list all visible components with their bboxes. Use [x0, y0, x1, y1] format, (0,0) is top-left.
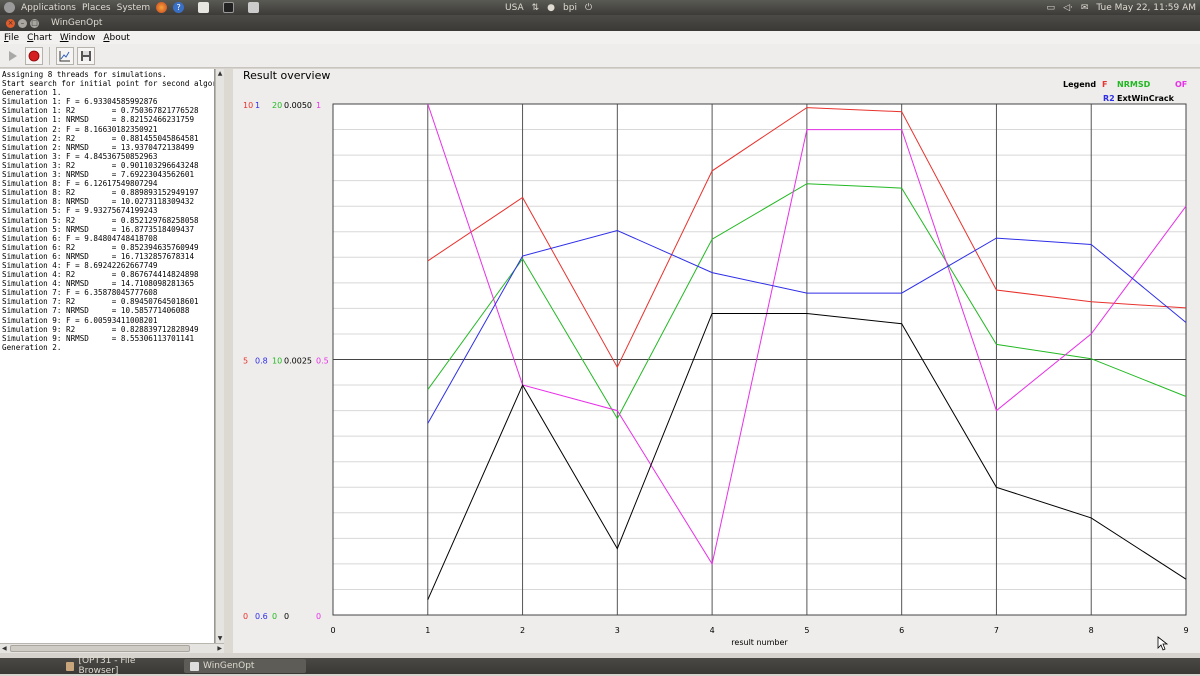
- mouse-cursor-icon: [1157, 636, 1169, 651]
- keyboard-layout[interactable]: USA: [505, 3, 524, 13]
- toolbar: [0, 44, 1200, 68]
- mail-icon[interactable]: ✉: [1081, 3, 1089, 13]
- scroll-down-icon[interactable]: ▼: [216, 634, 224, 643]
- menu-about-label: bout: [109, 32, 130, 43]
- clock[interactable]: Tue May 22, 11:59 AM: [1096, 3, 1196, 13]
- axis-tick-label: 0: [284, 612, 289, 621]
- menu-chart-label: hart: [33, 32, 52, 43]
- axis-tick-label: 0.8: [255, 357, 268, 366]
- axis-tick-label: 0.0025: [284, 357, 312, 366]
- chart-pane: Result overview 10 5 0 1 0.8 0.6 20 10 0 0.0050 0.0…: [233, 69, 1200, 653]
- screenshot-icon[interactable]: [248, 2, 260, 13]
- axis-tick-label: 0: [316, 612, 321, 621]
- menu-window[interactable]: Window: [56, 33, 100, 43]
- taskbar: [OPT31 - File Browser] WinGenOpt: [0, 656, 1200, 676]
- chart-title: Result overview: [243, 69, 330, 82]
- save-button[interactable]: [77, 46, 95, 65]
- legend-entry: ExtWinCrack: [1117, 94, 1175, 103]
- legend-entry: R2: [1103, 94, 1115, 103]
- toolbar-separator: [49, 46, 50, 65]
- axis-tick-label: 10: [272, 357, 282, 366]
- gnome-foot-icon[interactable]: [4, 2, 15, 13]
- places-menu[interactable]: Places: [82, 3, 111, 13]
- menu-file[interactable]: File: [0, 33, 23, 43]
- power-icon[interactable]: ⏻: [585, 3, 592, 13]
- legend-entry: F: [1102, 80, 1107, 89]
- axis-tick-label: 0: [243, 612, 248, 621]
- stop-button[interactable]: [25, 46, 43, 65]
- axis-tick-label: 0.6: [255, 612, 268, 621]
- x-tick-label: 0: [330, 626, 335, 635]
- applications-menu[interactable]: Applications: [21, 3, 76, 13]
- menu-file-label: ile: [8, 32, 20, 43]
- system-menu[interactable]: System: [117, 3, 151, 13]
- x-tick-label: 4: [710, 626, 715, 635]
- result-overview-chart: Result overview105010.80.6201000.00500.0…: [243, 69, 1189, 651]
- play-icon: [9, 50, 17, 61]
- notes-icon[interactable]: [198, 2, 210, 13]
- axis-tick-label: 20: [272, 101, 282, 110]
- pane-splitter[interactable]: [224, 69, 233, 653]
- x-tick-label: 6: [899, 626, 904, 635]
- task-wingenopt[interactable]: WinGenOpt: [184, 659, 306, 673]
- x-tick-label: 8: [1089, 626, 1094, 635]
- axis-tick-label: 0: [272, 612, 277, 621]
- save-icon: [81, 50, 91, 61]
- volume-icon[interactable]: ◁·: [1063, 3, 1073, 13]
- display-icon[interactable]: ▭: [1047, 3, 1056, 13]
- chart-icon: [59, 50, 70, 61]
- user-name[interactable]: bpi: [563, 3, 577, 13]
- network-icon[interactable]: ⇅: [532, 3, 540, 13]
- log-horizontal-scrollbar[interactable]: ◀ ▶: [0, 643, 224, 653]
- play-button[interactable]: [4, 47, 22, 65]
- legend-entry: NRMSD: [1117, 80, 1151, 89]
- close-window-icon[interactable]: ×: [6, 18, 15, 28]
- menu-chart[interactable]: Chart: [23, 33, 56, 43]
- axis-tick-label: 1: [255, 101, 260, 110]
- scroll-up-icon[interactable]: ▲: [216, 69, 224, 78]
- axis-tick-label: 0.0050: [284, 101, 312, 110]
- help-icon[interactable]: ?: [173, 2, 185, 13]
- user-icon[interactable]: ●: [547, 3, 555, 13]
- log-text: Assigning 8 threads for simulations. Sta…: [2, 70, 214, 352]
- task-wingenopt-label: WinGenOpt: [203, 661, 255, 671]
- terminal-icon[interactable]: [223, 2, 235, 13]
- scroll-thumb[interactable]: [10, 645, 190, 652]
- x-tick-label: 7: [994, 626, 999, 635]
- scroll-right-icon[interactable]: ▶: [217, 644, 222, 653]
- top-panel: Applications Places System ? USA ⇅ ● bpi…: [0, 0, 1200, 15]
- menu-window-mnemonic: W: [59, 32, 69, 43]
- menubar: File Chart Window About: [0, 31, 1200, 44]
- legend-title: Legend: [1063, 80, 1096, 89]
- task-file-browser-label: [OPT31 - File Browser]: [78, 656, 136, 676]
- maximize-window-icon[interactable]: □: [30, 18, 39, 28]
- app-window-icon: [190, 661, 199, 671]
- menu-window-label: indow: [68, 32, 96, 43]
- record-stop-icon: [28, 50, 40, 61]
- x-tick-label: 9: [1183, 626, 1188, 635]
- x-tick-label: 2: [520, 626, 525, 635]
- legend-entry: OF: [1175, 80, 1187, 89]
- axis-tick-label: 10: [243, 101, 253, 110]
- axis-tick-label: 0.5: [316, 357, 329, 366]
- axis-tick-label: 5: [243, 357, 248, 366]
- menu-about[interactable]: About: [99, 33, 134, 43]
- x-tick-label: 3: [615, 626, 620, 635]
- axis-tick-label: 1: [316, 101, 321, 110]
- window-titlebar[interactable]: × – □ WinGenOpt: [0, 15, 1200, 31]
- firefox-icon[interactable]: [156, 2, 168, 13]
- scroll-left-icon[interactable]: ◀: [2, 644, 7, 653]
- folder-icon: [66, 661, 75, 671]
- x-tick-label: 5: [804, 626, 809, 635]
- log-vertical-scrollbar[interactable]: ▲ ▼: [215, 69, 224, 643]
- chart-button[interactable]: [56, 46, 74, 65]
- window-title: WinGenOpt: [51, 18, 103, 28]
- x-axis-label: result number: [731, 638, 788, 647]
- minimize-window-icon[interactable]: –: [18, 18, 27, 28]
- task-file-browser[interactable]: [OPT31 - File Browser]: [60, 656, 178, 676]
- log-pane[interactable]: Assigning 8 threads for simulations. Sta…: [0, 69, 215, 643]
- x-tick-label: 1: [425, 626, 430, 635]
